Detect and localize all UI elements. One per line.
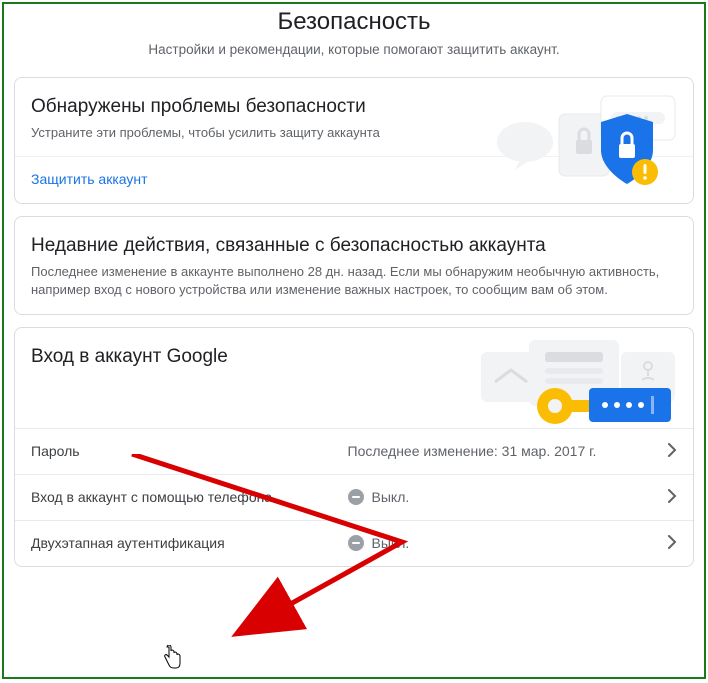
page-subtitle: Настройки и рекомендации, которые помога…	[4, 42, 704, 57]
protect-account-link[interactable]: Защитить аккаунт	[31, 171, 148, 187]
security-issues-card: Обнаружены проблемы безопасности Устрани…	[14, 77, 694, 204]
row-password-value: Последнее изменение: 31 мар. 2017 г.	[348, 443, 597, 459]
off-icon	[348, 535, 364, 551]
row-phone-signin[interactable]: Вход в аккаунт с помощью телефона Выкл.	[15, 474, 693, 520]
recent-activity-title: Недавние действия, связанные с безопасно…	[31, 235, 677, 257]
signin-card: Вход в аккаунт Google	[14, 327, 694, 567]
security-issues-title: Обнаружены проблемы безопасности	[31, 96, 677, 118]
recent-activity-body: Последнее изменение в аккаунте выполнено…	[31, 263, 671, 299]
chevron-right-icon	[667, 489, 677, 506]
row-phone-signin-label: Вход в аккаунт с помощью телефона	[31, 489, 348, 505]
security-issues-subtitle: Устраните эти проблемы, чтобы усилить за…	[31, 124, 471, 142]
row-two-step-verification-label: Двухэтапная аутентификация	[31, 535, 348, 551]
row-password-label: Пароль	[31, 443, 348, 459]
row-phone-signin-value: Выкл.	[372, 489, 410, 505]
chevron-right-icon	[667, 535, 677, 552]
row-password[interactable]: Пароль Последнее изменение: 31 мар. 2017…	[15, 428, 693, 474]
row-two-step-verification-value: Выкл.	[372, 535, 410, 551]
cursor-pointer-icon	[162, 645, 182, 669]
recent-activity-card: Недавние действия, связанные с безопасно…	[14, 216, 694, 314]
page-title: Безопасность	[4, 8, 704, 36]
signin-title: Вход в аккаунт Google	[31, 346, 677, 368]
chevron-right-icon	[667, 443, 677, 460]
off-icon	[348, 489, 364, 505]
row-two-step-verification[interactable]: Двухэтапная аутентификация Выкл.	[15, 520, 693, 566]
